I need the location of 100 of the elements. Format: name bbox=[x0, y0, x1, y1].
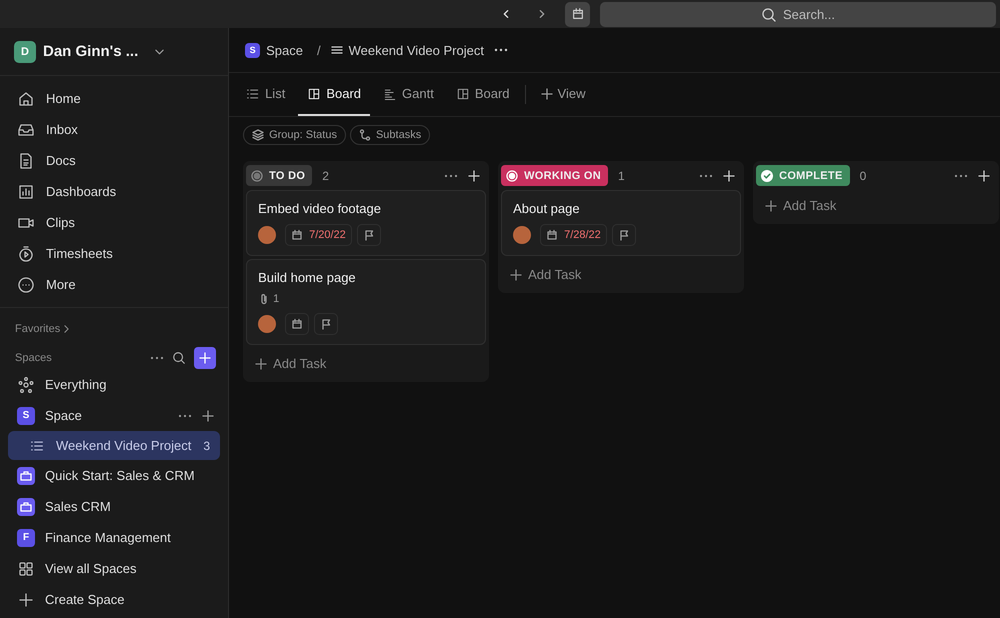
status-badge: TO DO bbox=[246, 165, 312, 186]
nav-item[interactable]: Inbox bbox=[0, 114, 228, 145]
layers-icon bbox=[252, 129, 264, 141]
grid-icon bbox=[17, 560, 35, 578]
chevron-right-icon[interactable] bbox=[64, 325, 70, 333]
board-icon bbox=[456, 86, 470, 100]
nav-item[interactable]: More bbox=[0, 269, 228, 300]
task-title: About page bbox=[513, 201, 581, 216]
status-circle-icon bbox=[506, 170, 518, 182]
space-avatar: S bbox=[17, 406, 35, 424]
plus-icon[interactable] bbox=[468, 170, 480, 182]
favorites-label[interactable]: Favorites bbox=[15, 323, 60, 335]
plus-icon[interactable] bbox=[723, 170, 736, 182]
nav-item[interactable]: Docs bbox=[0, 145, 228, 176]
plus-icon bbox=[255, 358, 268, 370]
nav-item[interactable]: Clips bbox=[0, 207, 228, 238]
chevron-down-icon[interactable] bbox=[155, 48, 164, 54]
priority-button[interactable] bbox=[612, 224, 636, 246]
view-tab[interactable]: Board bbox=[298, 73, 370, 116]
more-icon[interactable] bbox=[954, 174, 968, 178]
status-circle-icon bbox=[251, 170, 264, 182]
calendar-icon bbox=[291, 229, 304, 241]
filter-chip[interactable]: Subtasks bbox=[350, 125, 430, 145]
add-task-button[interactable]: Add Task bbox=[246, 348, 486, 377]
due-date-button[interactable] bbox=[285, 313, 310, 335]
space-item[interactable]: View all Spaces bbox=[0, 553, 228, 584]
more-icon[interactable] bbox=[699, 174, 714, 178]
check-circle-icon bbox=[761, 170, 774, 182]
list-icon bbox=[246, 86, 260, 100]
list-icon bbox=[30, 438, 44, 452]
list-item[interactable]: Weekend Video Project 3 bbox=[8, 431, 220, 460]
network-icon bbox=[17, 376, 35, 394]
task-count: 0 bbox=[860, 168, 866, 182]
view-tab[interactable]: Board bbox=[446, 73, 519, 116]
space-item[interactable]: Sales CRM bbox=[0, 491, 228, 522]
more-icon[interactable] bbox=[178, 414, 192, 418]
plus-icon[interactable] bbox=[978, 170, 990, 182]
due-date-button[interactable]: 7/20/22 bbox=[285, 224, 352, 246]
attachment-count: 1 bbox=[273, 293, 280, 305]
plus-icon bbox=[510, 268, 522, 280]
more-icon bbox=[17, 276, 35, 294]
subtasks-icon bbox=[358, 129, 371, 141]
search-icon bbox=[761, 6, 777, 22]
home-icon bbox=[17, 90, 35, 108]
nav-item[interactable]: Dashboards bbox=[0, 176, 228, 207]
search-icon[interactable] bbox=[172, 351, 186, 365]
avatar[interactable] bbox=[513, 226, 532, 244]
status-badge: COMPLETE bbox=[756, 165, 850, 186]
task-title: Embed video footage bbox=[258, 201, 382, 216]
stopwatch-icon bbox=[17, 244, 35, 262]
calendar-icon bbox=[546, 229, 558, 241]
add-task-button[interactable]: Add Task bbox=[756, 190, 996, 219]
flag-icon bbox=[320, 318, 332, 330]
breadcrumb-space[interactable]: Space bbox=[266, 42, 303, 58]
nav-item[interactable]: Timesheets bbox=[0, 238, 228, 269]
more-icon[interactable] bbox=[444, 174, 458, 178]
task-card[interactable]: About page 7/28/22 bbox=[501, 190, 742, 256]
space-item[interactable]: Quick Start: Sales & CRM bbox=[0, 460, 228, 491]
status-badge: WORKING ON bbox=[501, 165, 608, 186]
space-item[interactable]: Everything bbox=[0, 369, 228, 400]
plus-icon bbox=[540, 88, 553, 100]
workspace-avatar: D bbox=[14, 40, 36, 62]
breadcrumb-separator: / bbox=[316, 42, 321, 58]
space-item[interactable]: F Finance Management bbox=[0, 522, 228, 553]
more-icon[interactable] bbox=[494, 48, 508, 52]
due-date-button[interactable]: 7/28/22 bbox=[540, 224, 607, 246]
add-space-button[interactable] bbox=[194, 347, 216, 369]
space-avatar: S bbox=[245, 42, 260, 58]
plus-icon bbox=[199, 352, 212, 364]
breadcrumb-list[interactable]: Weekend Video Project bbox=[348, 42, 484, 58]
avatar[interactable] bbox=[258, 226, 276, 244]
plus-icon bbox=[765, 200, 778, 212]
calendar-icon bbox=[291, 318, 304, 330]
priority-button[interactable] bbox=[314, 313, 338, 335]
plus-icon bbox=[17, 590, 35, 608]
flag-icon bbox=[362, 229, 375, 241]
plus-icon[interactable] bbox=[202, 410, 214, 422]
flag-icon bbox=[618, 229, 630, 241]
nav-item[interactable]: Home bbox=[0, 83, 228, 114]
calendar-icon bbox=[570, 7, 584, 21]
filter-chip[interactable]: Group: Status bbox=[243, 125, 346, 145]
space-item[interactable]: Create Space bbox=[0, 584, 228, 615]
avatar[interactable] bbox=[258, 315, 276, 333]
task-card[interactable]: Embed video footage 7/20/22 bbox=[246, 190, 486, 256]
search-field[interactable]: Search... bbox=[600, 2, 996, 26]
spaces-label: Spaces bbox=[15, 352, 52, 364]
add-view-button[interactable]: View bbox=[532, 73, 594, 116]
priority-button[interactable] bbox=[356, 224, 381, 246]
task-count: 1 bbox=[618, 168, 625, 182]
view-tab[interactable]: List bbox=[237, 73, 294, 116]
task-card[interactable]: Build home page 1 bbox=[246, 259, 486, 345]
bar-chart-icon bbox=[17, 182, 35, 200]
task-title: Build home page bbox=[258, 270, 357, 285]
workspace-name[interactable]: Dan Ginn's ... bbox=[43, 43, 138, 60]
space-item[interactable]: S Space bbox=[0, 400, 228, 431]
task-count: 2 bbox=[322, 168, 329, 182]
calendar-button[interactable] bbox=[565, 2, 590, 26]
more-icon[interactable] bbox=[150, 356, 164, 360]
add-task-button[interactable]: Add Task bbox=[501, 259, 742, 288]
view-tab[interactable]: Gantt bbox=[374, 73, 443, 116]
